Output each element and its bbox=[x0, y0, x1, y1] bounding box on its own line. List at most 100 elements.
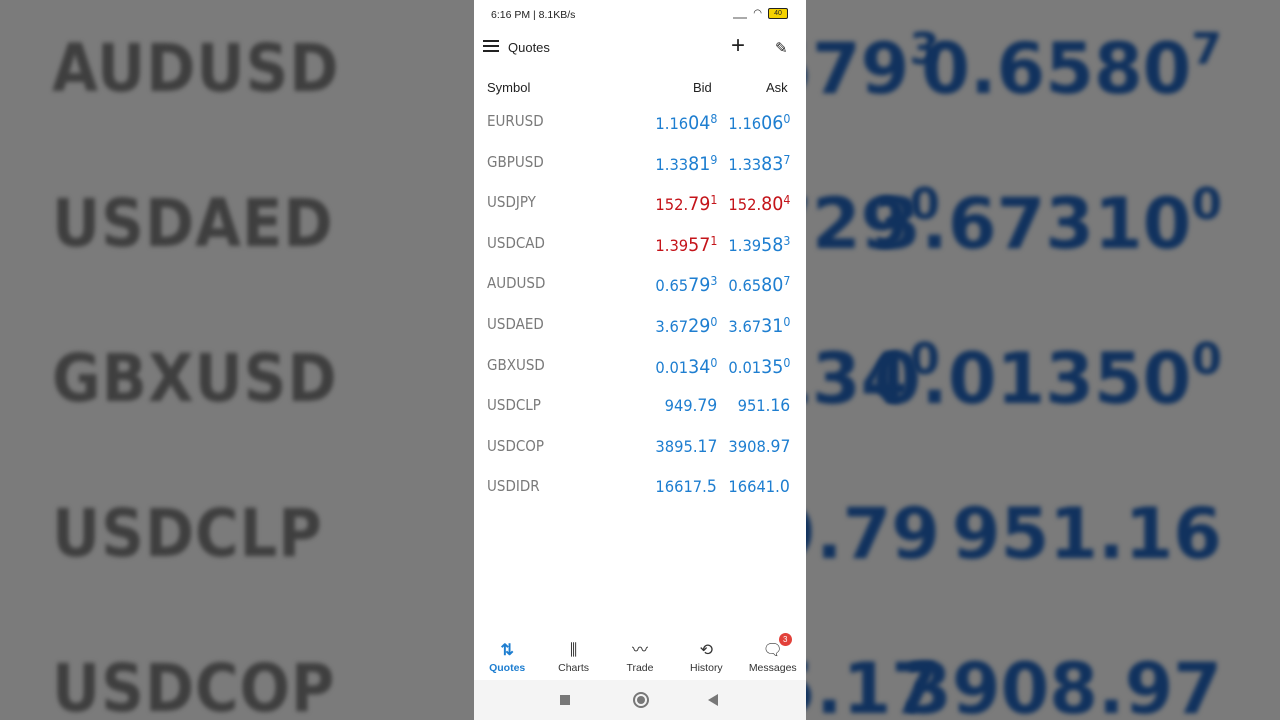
nav-label: Messages bbox=[748, 662, 797, 674]
nav-charts[interactable]: ⫼ Charts bbox=[542, 628, 606, 680]
price-prefix: 0.01 bbox=[727, 357, 761, 377]
nav-messages[interactable]: 🗨 Messages 3 bbox=[741, 628, 805, 680]
nav-history[interactable]: ⟲ History bbox=[674, 628, 738, 680]
price-big-digits: 16 bbox=[770, 396, 790, 417]
back-icon[interactable] bbox=[708, 694, 718, 706]
ask-price: 0.01350 bbox=[728, 356, 790, 378]
background-symbol: USDCOP bbox=[52, 650, 336, 720]
quote-row[interactable]: USDCOP 3895.17 3908.97 bbox=[474, 427, 806, 468]
quotes-list: EURUSD 1.16048 1.16060 GBPUSD 1.33819 1.33837… bbox=[474, 102, 806, 508]
bid-price: 16617.5 bbox=[656, 477, 717, 497]
price-prefix: 3908. bbox=[727, 436, 771, 456]
quote-symbol: USDCLP bbox=[487, 396, 541, 415]
bid-price: 1.33819 bbox=[655, 153, 717, 175]
recents-icon[interactable] bbox=[560, 695, 570, 705]
ask-column-header: Ask bbox=[766, 80, 788, 95]
price-prefix: 0.65 bbox=[654, 276, 688, 296]
unread-badge: 3 bbox=[778, 633, 792, 646]
price-prefix: 1.39 bbox=[727, 235, 761, 255]
price-point-digit: 0 bbox=[709, 314, 717, 329]
price-prefix: 951. bbox=[737, 396, 771, 416]
price-prefix: 152. bbox=[727, 195, 761, 215]
quote-row[interactable]: GBXUSD 0.01 340 0.01350 bbox=[474, 346, 806, 387]
nav-trade[interactable]: 〰 Trade bbox=[608, 628, 672, 680]
price-big-digits: 17 bbox=[697, 436, 717, 457]
price-big-digits: 06 bbox=[760, 112, 783, 134]
bid-column-header: Bid bbox=[693, 80, 712, 95]
wifi-icon: ◠ bbox=[753, 8, 762, 19]
price-prefix: 3895. bbox=[654, 436, 698, 456]
price-prefix: 1.39 bbox=[654, 235, 688, 255]
system-navigation-bar bbox=[474, 680, 806, 720]
price-point-digit: 4 bbox=[782, 193, 790, 208]
price-prefix: 0.65 bbox=[727, 276, 761, 296]
price-point-digit: 9 bbox=[709, 152, 717, 167]
nav-label: History bbox=[690, 662, 723, 674]
price-big-digits: 79 bbox=[697, 396, 717, 417]
background-ask: 3.673100 bbox=[872, 179, 1222, 265]
ask-price: 1.33837 bbox=[728, 153, 790, 175]
price-point-digit: 1 bbox=[709, 233, 717, 248]
price-point-digit: 7 bbox=[782, 152, 790, 167]
quote-row[interactable]: EURUSD 1.16048 1.16060 bbox=[474, 102, 806, 143]
background-ask: 951.16 bbox=[951, 493, 1222, 575]
price-big-digits: 31 bbox=[760, 314, 783, 337]
quote-row[interactable]: USDJPY 152.791 152.804 bbox=[474, 183, 806, 224]
symbol-column-header: Symbol bbox=[487, 80, 531, 95]
bid-price: 1.16048 bbox=[655, 112, 717, 134]
quote-symbol: USDAED bbox=[487, 314, 544, 333]
price-big-digits: 34 bbox=[687, 355, 710, 378]
price-prefix: 16617. bbox=[655, 477, 708, 497]
ask-price: 1.39583 bbox=[728, 234, 790, 256]
quote-row[interactable]: USDIDR 16617.5 16641.0 bbox=[474, 467, 806, 508]
price-prefix: 949. bbox=[664, 396, 698, 416]
price-prefix: 3.67 bbox=[654, 316, 688, 336]
price-point-digit: 3 bbox=[782, 233, 790, 248]
price-prefix: 16641. bbox=[728, 477, 781, 497]
ask-price: 951.16 bbox=[737, 396, 790, 416]
quote-row[interactable]: USDAED 3.67290 3.67310 bbox=[474, 305, 806, 346]
price-big-digits: 0 bbox=[780, 477, 790, 498]
price-big-digits: 35 bbox=[760, 355, 783, 378]
quote-symbol: USDCOP bbox=[487, 436, 545, 455]
price-prefix: 1.16 bbox=[727, 114, 761, 133]
home-icon[interactable] bbox=[633, 692, 649, 708]
background-ask: 3908.97 bbox=[903, 648, 1222, 720]
nav-label: Trade bbox=[626, 662, 654, 674]
nav-quotes[interactable]: ⇅ Quotes bbox=[475, 628, 539, 680]
price-point-digit: 0 bbox=[709, 355, 717, 370]
ask-price: 3908.97 bbox=[728, 437, 790, 457]
quote-symbol: GBXUSD bbox=[487, 355, 545, 374]
page-title: Quotes bbox=[508, 40, 550, 55]
quote-row[interactable]: GBPUSD 1.33819 1.33837 bbox=[474, 143, 806, 184]
add-symbol-icon[interactable]: + bbox=[731, 34, 749, 58]
quote-row[interactable]: USDCLP 949.79 951.16 bbox=[474, 386, 806, 427]
quote-symbol: EURUSD bbox=[487, 112, 544, 130]
quote-symbol: USDJPY bbox=[487, 193, 536, 212]
app-bar: Quotes + ✎ bbox=[474, 30, 806, 66]
bid-price: 152.791 bbox=[655, 193, 717, 215]
bid-price: 1.39571 bbox=[655, 234, 717, 256]
price-point-digit: 7 bbox=[782, 274, 790, 289]
price-big-digits: 04 bbox=[687, 112, 710, 134]
bid-price: 949.79 bbox=[664, 396, 717, 416]
quote-symbol: USDIDR bbox=[487, 477, 540, 496]
quotes-icon: ⇅ bbox=[500, 642, 514, 659]
quote-row[interactable]: USDCAD 1.39571 1.39583 bbox=[474, 224, 806, 265]
price-prefix: 1.16 bbox=[654, 114, 688, 133]
edit-pencil-icon[interactable]: ✎ bbox=[775, 39, 788, 57]
background-symbol: USDCLP bbox=[52, 495, 323, 572]
price-point-digit: 1 bbox=[709, 193, 717, 208]
background-ask: 0.65807 bbox=[921, 24, 1222, 110]
price-big-digits: 5 bbox=[707, 477, 717, 498]
menu-icon[interactable] bbox=[483, 40, 499, 52]
quote-symbol: AUDUSD bbox=[487, 274, 546, 293]
status-time: 6:16 PM | 8.1KB/s bbox=[491, 9, 576, 21]
ask-price: 3.67310 bbox=[728, 315, 790, 337]
price-prefix: 152. bbox=[654, 195, 688, 215]
price-point-digit: 0 bbox=[782, 314, 790, 329]
status-icons: ◠ 40 bbox=[733, 8, 788, 19]
quote-row[interactable]: AUDUSD 0.65793 0.65807 bbox=[474, 264, 806, 305]
price-big-digits: 97 bbox=[770, 436, 790, 457]
price-big-digits: 79 bbox=[687, 274, 710, 297]
